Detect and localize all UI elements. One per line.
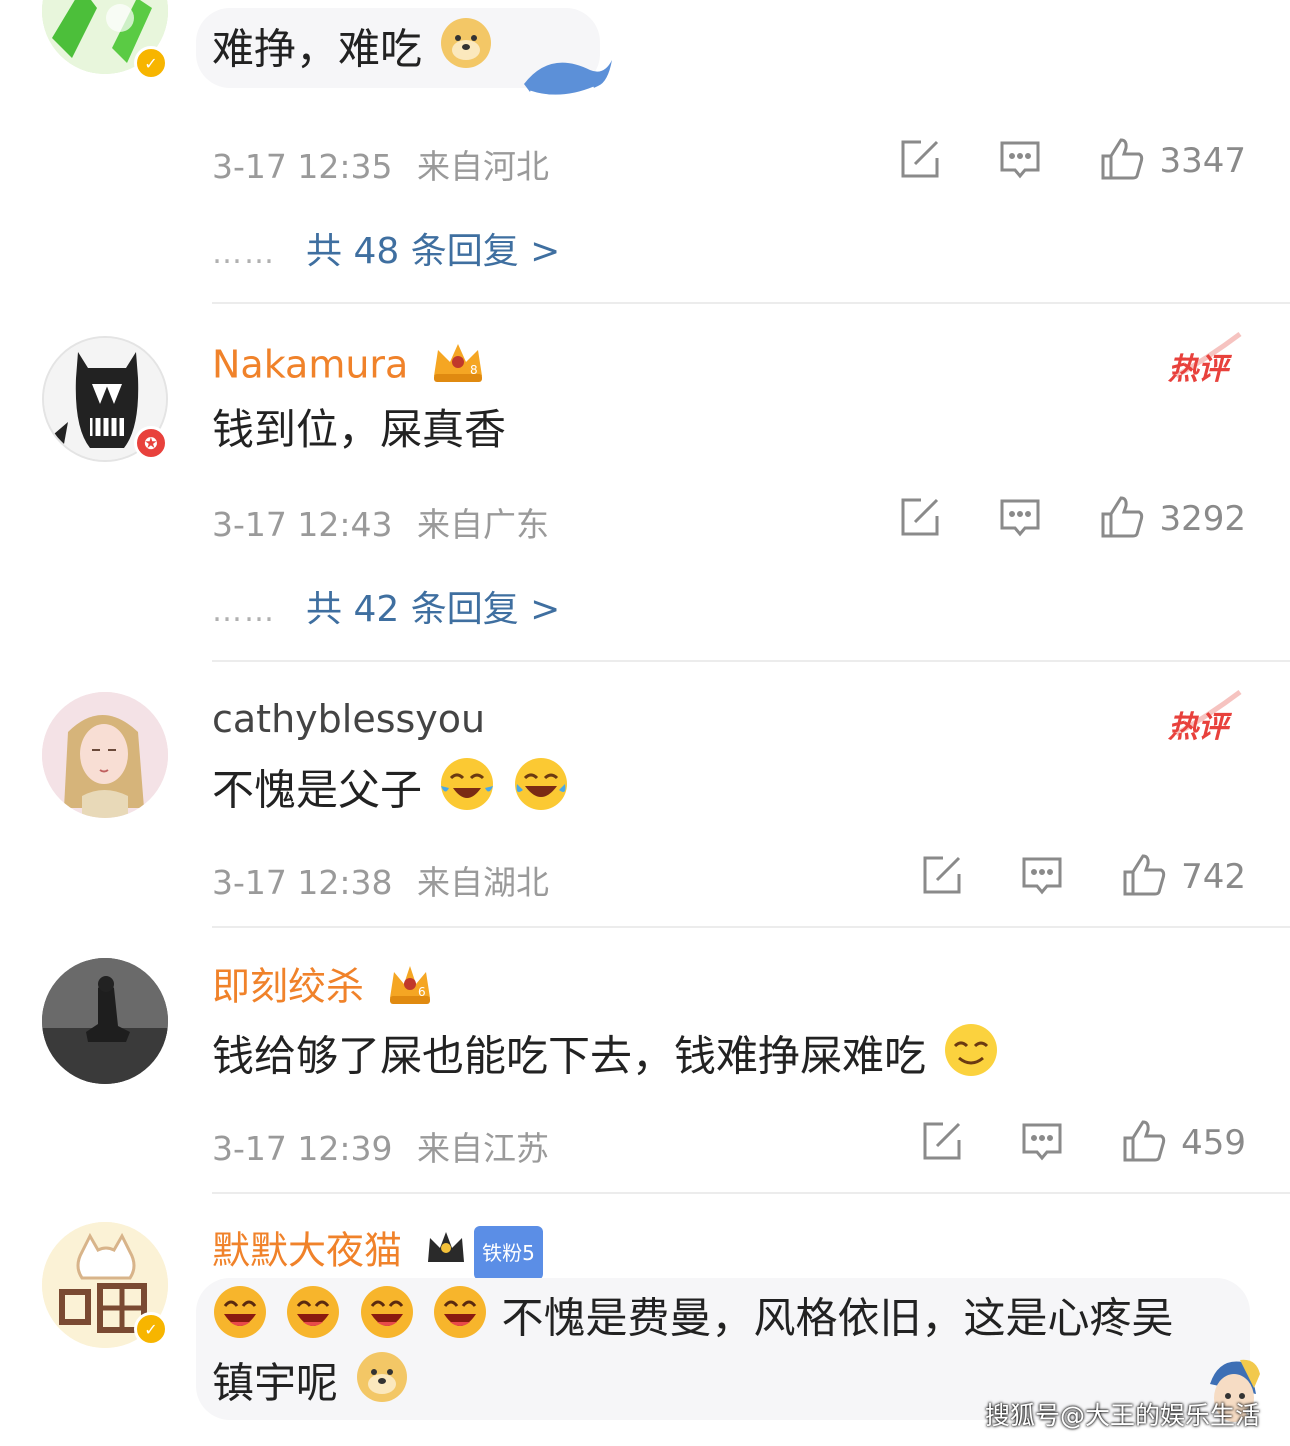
view-replies-link[interactable]: …… 共 48 条回复 > [212,222,560,274]
verified-badge-icon: ✓ [134,1312,168,1346]
svg-text:6: 6 [418,985,426,999]
comment-meta: 3-17 12:38 来自湖北 [212,856,549,904]
fan-level-badge: 铁粉5 [474,1226,543,1280]
comment-text: 不愧是费曼，风格依旧，这是心疼吴 [212,1284,1173,1358]
grin-emoji-icon [212,1284,268,1358]
comment-text-line2: 镇宇呢 [212,1358,339,1408]
grin-emoji-icon [432,1284,488,1358]
comment-text-content: 钱给够了屎也能吃下去，钱难挣屎难吃 [212,1031,927,1081]
whale-decoration-icon [520,40,616,110]
share-icon[interactable] [899,138,941,184]
username[interactable]: cathyblessyou [212,696,485,742]
crown-icon: 8 [430,340,486,394]
doge-emoji-icon [439,16,493,88]
comment-1: ✓ 难挣，难吃 3-17 12:35 来自河北 3347 …… 共 48 条回复 … [0,0,1290,300]
hot-comment-badge: 热评 [1168,686,1244,745]
comment-actions: 3292 [899,494,1246,544]
comment-5: ✓ 默默大夜猫 铁粉5 不愧是费曼，风格依旧，这是心疼吴 镇宇呢 搜狐号@大王的… [0,1194,1290,1446]
avatar[interactable] [42,692,168,818]
comment-text-content: 钱到位，屎真香 [212,405,507,454]
like-icon[interactable] [1121,852,1167,902]
reply-dots: …… [212,594,276,629]
reply-icon[interactable] [999,138,1041,184]
like-icon[interactable] [1099,494,1145,544]
username[interactable]: 即刻绞杀 6 [212,962,434,1016]
grin-emoji-icon [285,1284,341,1358]
comment-actions: 742 [921,852,1246,902]
avatar-image [42,958,168,1084]
comment-time: 3-17 12:43 [212,505,393,544]
comment-meta: 3-17 12:35 来自河北 [212,140,549,188]
reply-icon[interactable] [1021,854,1063,900]
hot-comment-label: 热评 [1168,710,1228,745]
like-icon[interactable] [1099,136,1145,186]
comment-3: cathyblessyou 热评 不愧是父子 3-17 12:38 来自湖北 7… [0,662,1290,926]
comment-location: 来自广东 [417,505,549,544]
smile-emoji-icon [943,1022,999,1096]
crown-icon: 6 [386,962,434,1016]
verified-badge-icon: ✓ [134,46,168,80]
reply-icon[interactable] [1021,1120,1063,1166]
username-text: cathyblessyou [212,697,486,741]
laugh-cry-emoji-icon [513,756,569,830]
username[interactable]: 默默大夜猫 铁粉5 [212,1226,543,1280]
username-text: 默默大夜猫 [212,1228,403,1273]
comment-text: 钱给够了屎也能吃下去，钱难挣屎难吃 [212,1022,999,1096]
comment-actions: 3347 [899,136,1246,186]
hot-comment-label: 热评 [1168,352,1228,387]
grin-emoji-icon [359,1284,415,1358]
avatar-image [42,692,168,818]
comment-time: 3-17 12:38 [212,863,393,902]
replies-label: 共 42 条回复 > [306,589,561,630]
username-text: 即刻绞杀 [212,964,365,1009]
comment-time: 3-17 12:35 [212,147,393,186]
reply-icon[interactable] [999,496,1041,542]
member-star-badge-icon: ✪ [134,426,168,460]
like-count: 459 [1181,1123,1246,1163]
reply-dots: …… [212,236,276,271]
doge-emoji-icon [355,1350,409,1422]
share-icon[interactable] [899,496,941,542]
hot-comment-badge: 热评 [1168,328,1244,387]
share-icon[interactable] [921,854,963,900]
comment-location: 来自湖北 [417,863,549,902]
like-count: 3292 [1159,499,1246,539]
comment-meta: 3-17 12:39 来自江苏 [212,1122,549,1170]
watermark: 搜狐号@大王的娱乐生活 [984,1401,1260,1430]
comment-2: ✪ Nakamura 8 热评 钱到位，屎真香 3-17 12:43 来自广东 … [0,304,1290,660]
laugh-cry-emoji-icon [439,756,495,830]
comment-text: 难挣，难吃 [212,16,493,88]
replies-label: 共 48 条回复 > [306,231,561,272]
comment-actions: 459 [921,1118,1246,1168]
crown-icon [424,1228,468,1278]
share-icon[interactable] [921,1120,963,1166]
comment-text-2: 镇宇呢 [212,1350,409,1422]
comment-text-content: 难挣，难吃 [212,24,423,74]
comment-4: 即刻绞杀 6 钱给够了屎也能吃下去，钱难挣屎难吃 3-17 12:39 来自江苏… [0,928,1290,1192]
comment-text: 不愧是父子 [212,756,569,830]
comment-location: 来自江苏 [417,1129,549,1168]
avatar[interactable] [42,958,168,1084]
username-text: Nakamura [212,342,409,387]
svg-text:8: 8 [470,363,478,377]
view-replies-link[interactable]: …… 共 42 条回复 > [212,580,560,632]
comment-time: 3-17 12:39 [212,1129,393,1168]
comment-text-content: 不愧是父子 [212,765,423,815]
comment-text-line1: 不愧是费曼，风格依旧，这是心疼吴 [501,1293,1174,1343]
comment-text: 钱到位，屎真香 [212,398,506,462]
comment-location: 来自河北 [417,147,549,186]
like-count: 3347 [1159,141,1246,181]
like-icon[interactable] [1121,1118,1167,1168]
comment-meta: 3-17 12:43 来自广东 [212,498,549,546]
like-count: 742 [1181,857,1246,897]
username[interactable]: Nakamura 8 [212,340,486,394]
